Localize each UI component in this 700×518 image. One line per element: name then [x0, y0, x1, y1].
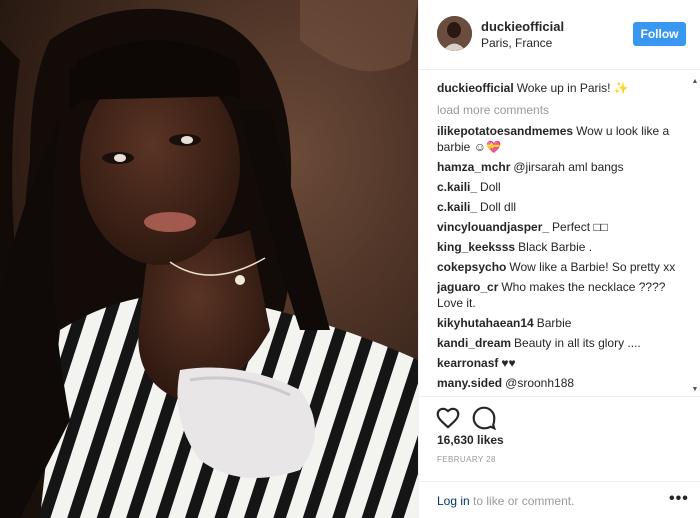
- comment-bubble-icon[interactable]: [471, 405, 497, 431]
- scroll-down-arrow-icon[interactable]: ▼: [691, 386, 699, 394]
- comment-username[interactable]: c.kaili_: [437, 200, 477, 214]
- caption: duckieofficial Woke up in Paris! ✨: [437, 80, 687, 96]
- comment-username[interactable]: king_keeksss: [437, 240, 515, 254]
- comment-username[interactable]: kikyhutahaean14: [437, 316, 534, 330]
- heart-icon[interactable]: [435, 405, 461, 431]
- comment-text: @sroonh188: [505, 376, 575, 390]
- actions-section: 16,630 likes FEBRUARY 28 Log in to like …: [419, 396, 700, 518]
- comment-item: ilikepotatoesandmemes Wow u look like a b…: [437, 123, 687, 155]
- comments-list: duckieofficial Woke up in Paris! ✨ load m…: [437, 80, 687, 394]
- comment-username[interactable]: ilikepotatoesandmemes: [437, 124, 573, 138]
- login-link[interactable]: Log in: [437, 494, 470, 508]
- comment-text: ♥♥: [501, 356, 516, 370]
- login-prompt: Log in to like or comment.: [437, 494, 574, 508]
- avatar-image-icon: [437, 16, 472, 51]
- comment-username[interactable]: kearronasf: [437, 356, 498, 370]
- follow-button[interactable]: Follow: [633, 22, 686, 46]
- comment-item: jaguaro_cr Who makes the necklace ???? Lo…: [437, 279, 687, 311]
- comment-username[interactable]: jaguaro_cr: [437, 280, 498, 294]
- comment-username[interactable]: hamza_mchr: [437, 160, 510, 174]
- post-header: duckieofficial Paris, France Follow: [419, 0, 700, 70]
- comment-username[interactable]: many.sided: [437, 376, 502, 390]
- login-row: Log in to like or comment. •••: [419, 481, 700, 518]
- caption-username[interactable]: duckieofficial: [437, 81, 514, 95]
- comment-item: king_keeksss Black Barbie .: [437, 239, 687, 255]
- comment-username[interactable]: cokepsycho: [437, 260, 506, 274]
- avatar[interactable]: [437, 16, 472, 51]
- post-panel: duckieofficial Paris, France Follow duck…: [418, 0, 700, 518]
- username-link[interactable]: duckieofficial: [481, 19, 564, 34]
- comment-username[interactable]: kandi_dream: [437, 336, 511, 350]
- comment-item: kikyhutahaean14 Barbie: [437, 315, 687, 331]
- comment-text: Barbie: [536, 316, 572, 330]
- comment-item: vincylouandjasper_ Perfect □□: [437, 219, 687, 235]
- comments-scrollbar[interactable]: ▲ ▼: [691, 78, 699, 394]
- comment-text: Wow like a Barbie! So pretty xx: [509, 260, 676, 274]
- comment-item: hamza_mchr @jirsarah aml bangs: [437, 159, 687, 175]
- photo-illustration: [0, 0, 418, 518]
- login-prompt-text: to like or comment.: [473, 494, 575, 508]
- comment-text: Doll dll: [480, 200, 517, 214]
- comment-item: kandi_dream Beauty in all its glory ....: [437, 335, 687, 351]
- comment-item: many.sided @sroonh188: [437, 375, 687, 391]
- comment-item: kearronasf ♥♥: [437, 355, 687, 371]
- comment-text: Beauty in all its glory ....: [514, 336, 641, 350]
- comment-text: @jirsarah aml bangs: [513, 160, 624, 174]
- comment-item: c.kaili_ Doll dll: [437, 199, 687, 215]
- post-photo: [0, 0, 418, 518]
- scroll-up-arrow-icon[interactable]: ▲: [691, 78, 699, 86]
- location-link[interactable]: Paris, France: [481, 36, 552, 50]
- load-more-comments[interactable]: load more comments: [437, 102, 687, 118]
- likes-count[interactable]: 16,630 likes: [437, 433, 504, 447]
- comment-item: c.kaili_ Doll: [437, 179, 687, 195]
- more-options-icon[interactable]: •••: [669, 490, 689, 508]
- post-date: FEBRUARY 28: [437, 455, 496, 464]
- comment-text: Doll: [480, 180, 501, 194]
- comment-text: Black Barbie .: [518, 240, 593, 254]
- comment-username[interactable]: c.kaili_: [437, 180, 477, 194]
- comment-username[interactable]: vincylouandjasper_: [437, 220, 549, 234]
- comment-item: cokepsycho Wow like a Barbie! So pretty x…: [437, 259, 687, 275]
- caption-text: Woke up in Paris! ✨: [516, 81, 629, 95]
- comment-text: Perfect □□: [552, 220, 608, 234]
